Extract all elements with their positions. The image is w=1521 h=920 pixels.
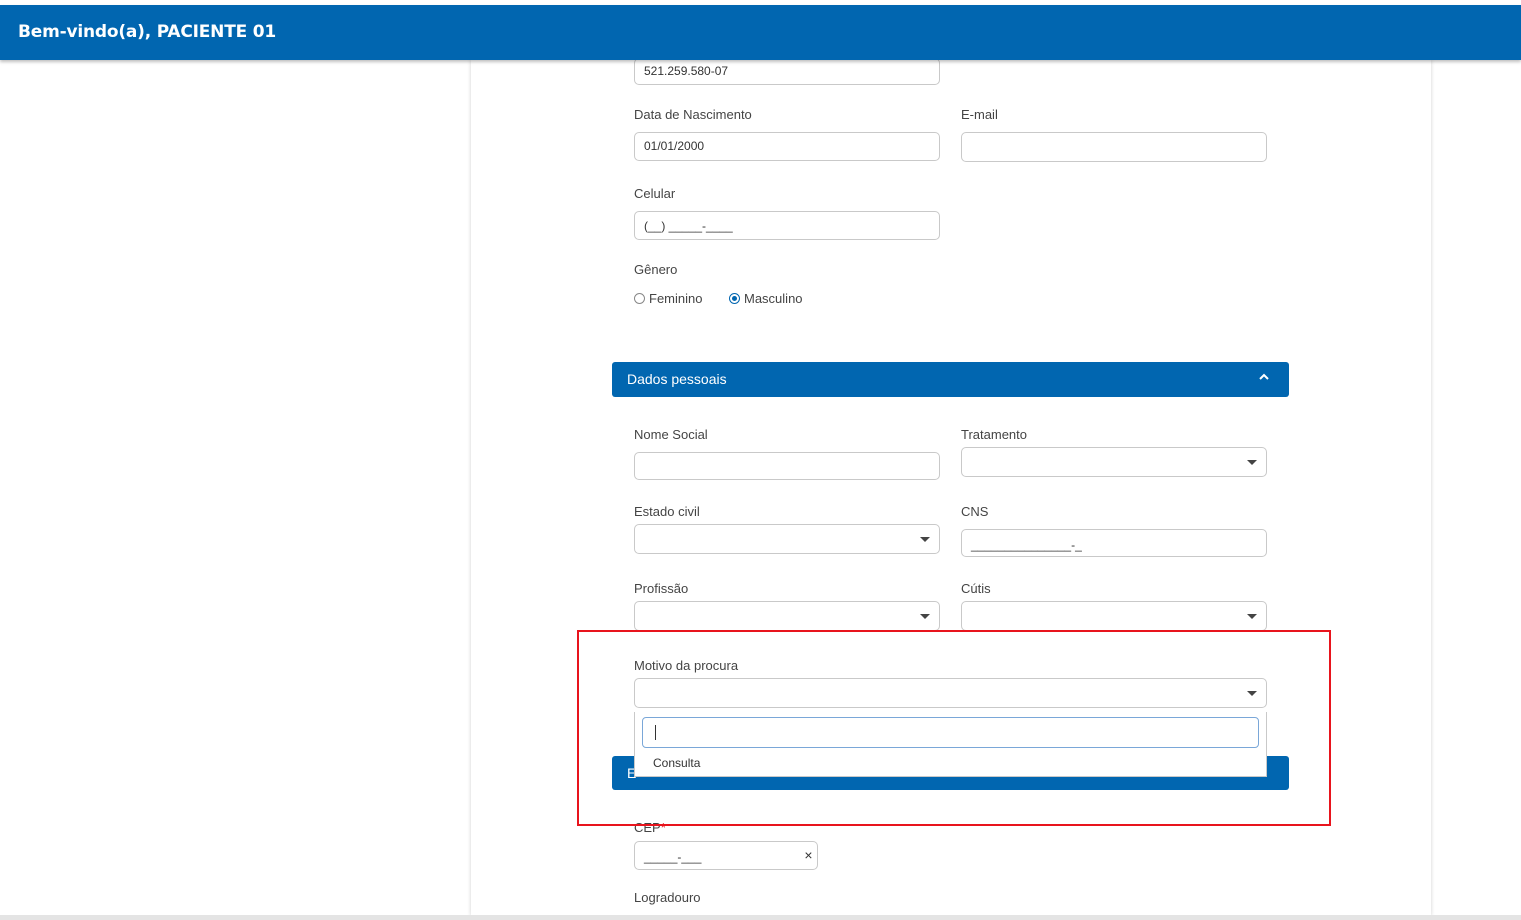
cpf-input[interactable]: 521.259.580-07 [634, 58, 940, 85]
radio-checked-icon [729, 293, 740, 304]
required-mark: * [660, 820, 666, 835]
cep-clear-button[interactable]: × [800, 841, 818, 870]
cns-label: CNS [961, 504, 989, 519]
cns-value: _______________-_ [971, 538, 1082, 552]
reason-search-input[interactable] [642, 717, 1259, 748]
caret-down-icon [1247, 614, 1257, 619]
cep-input[interactable]: _____-___ [634, 841, 801, 870]
birth-date-input[interactable]: 01/01/2000 [634, 132, 940, 161]
profession-label: Profissão [634, 581, 689, 596]
skin-label: Cútis [961, 581, 991, 596]
social-name-label: Nome Social [634, 427, 708, 442]
gender-radio-male[interactable]: Masculino [729, 291, 803, 306]
profession-select[interactable] [634, 601, 940, 631]
email-label: E-mail [961, 107, 998, 122]
reason-label: Motivo da procura [634, 658, 739, 673]
cns-input[interactable]: _______________-_ [961, 529, 1267, 557]
treatment-label: Tratamento [961, 427, 1027, 442]
phone-label: Celular [634, 186, 676, 201]
close-icon: × [804, 847, 813, 863]
cep-label-text: CEP [634, 820, 661, 835]
gender-radio-female[interactable]: Feminino [634, 291, 702, 306]
gender-option-female: Feminino [649, 291, 703, 306]
marital-status-label: Estado civil [634, 504, 700, 519]
cep-label: CEP* [634, 820, 666, 835]
chevron-up-icon[interactable] [1257, 370, 1271, 384]
birth-date-label: Data de Nascimento [634, 107, 752, 122]
reason-select[interactable] [634, 678, 1267, 708]
skin-select[interactable] [961, 601, 1267, 631]
bottom-border [0, 915, 1521, 920]
phone-value: (__) _____-____ [644, 219, 733, 233]
radio-unchecked-icon [634, 293, 645, 304]
caret-down-icon [1247, 691, 1257, 696]
cpf-value: 521.259.580-07 [644, 64, 729, 78]
gender-option-male: Masculino [744, 291, 803, 306]
street-label: Logradouro [634, 890, 701, 905]
welcome-title: Bem-vindo(a), PACIENTE 01 [18, 22, 276, 42]
caret-down-icon [1247, 460, 1257, 465]
reason-dropdown: Consulta [634, 712, 1267, 777]
cep-value: _____-___ [644, 850, 702, 864]
treatment-select[interactable] [961, 447, 1267, 477]
top-header: Bem-vindo(a), PACIENTE 01 [0, 5, 1521, 60]
email-input[interactable] [961, 132, 1267, 162]
caret-down-icon [920, 537, 930, 542]
social-name-input[interactable] [634, 452, 940, 480]
reason-option[interactable]: Consulta [653, 756, 700, 770]
personal-data-section-header[interactable]: Dados pessoais [612, 362, 1289, 397]
birth-date-value: 01/01/2000 [644, 139, 705, 153]
marital-status-select[interactable] [634, 524, 940, 554]
personal-data-title: Dados pessoais [627, 371, 727, 387]
phone-input[interactable]: (__) _____-____ [634, 211, 940, 240]
gender-label: Gênero [634, 262, 678, 277]
text-cursor [655, 725, 656, 740]
caret-down-icon [920, 614, 930, 619]
